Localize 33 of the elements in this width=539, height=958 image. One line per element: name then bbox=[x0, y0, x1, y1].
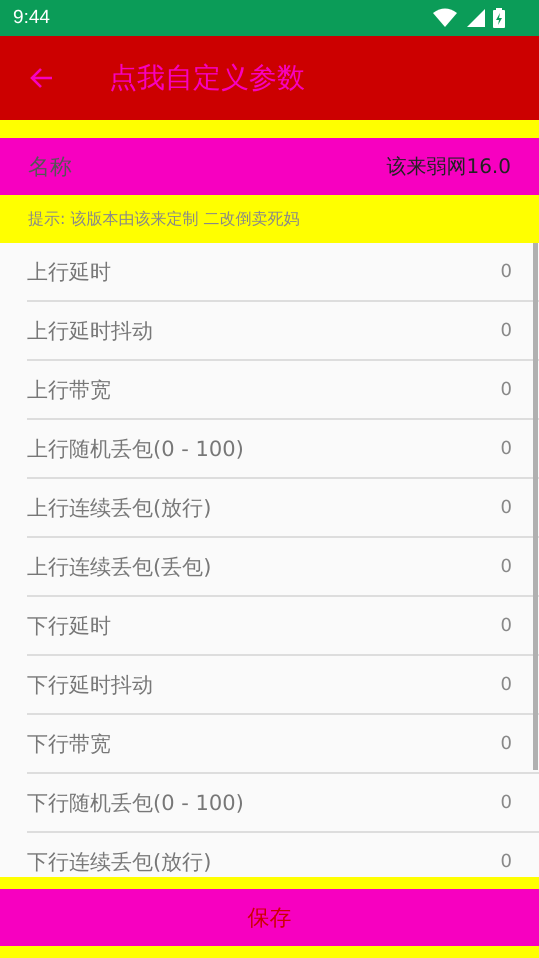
back-arrow-icon bbox=[30, 66, 54, 90]
param-value[interactable]: 0 bbox=[500, 556, 512, 577]
param-value[interactable]: 0 bbox=[500, 851, 512, 872]
param-value[interactable]: 0 bbox=[500, 497, 512, 518]
param-label: 下行连续丢包(放行) bbox=[27, 848, 212, 876]
param-value[interactable]: 0 bbox=[500, 261, 512, 282]
scrollbar[interactable] bbox=[533, 243, 538, 770]
name-row[interactable]: 名称 该来弱网16.0 bbox=[0, 138, 539, 195]
param-label: 上行连续丢包(丢包) bbox=[27, 554, 212, 580]
param-label: 下行随机丢包(0 - 100) bbox=[27, 790, 244, 816]
signal-icon bbox=[465, 8, 485, 28]
wifi-icon bbox=[433, 8, 457, 28]
param-value[interactable]: 0 bbox=[500, 320, 512, 341]
param-label: 下行带宽 bbox=[27, 730, 111, 758]
param-value[interactable]: 0 bbox=[500, 379, 512, 400]
param-label: 上行带宽 bbox=[27, 376, 111, 404]
param-value[interactable]: 0 bbox=[500, 792, 512, 813]
param-value[interactable]: 0 bbox=[500, 615, 512, 636]
param-label: 下行延时抖动 bbox=[27, 672, 153, 698]
toolbar-title: 点我自定义参数 bbox=[109, 60, 305, 96]
param-value[interactable]: 0 bbox=[500, 733, 512, 754]
param-label: 上行连续丢包(放行) bbox=[27, 494, 212, 522]
param-label: 上行随机丢包(0 - 100) bbox=[27, 436, 244, 462]
param-value[interactable]: 0 bbox=[500, 438, 512, 459]
param-label: 上行延时 bbox=[27, 258, 111, 286]
param-label: 下行延时 bbox=[27, 612, 111, 640]
name-label: 名称 bbox=[28, 154, 72, 182]
param-label: 上行延时抖动 bbox=[27, 318, 153, 344]
battery-icon bbox=[493, 8, 505, 28]
name-value: 该来弱网16.0 bbox=[386, 153, 511, 180]
hint-text: 提示: 该版本由该来定制 二改倒卖死妈 bbox=[0, 195, 539, 243]
param-value[interactable]: 0 bbox=[500, 674, 512, 695]
status-time: 9:44 bbox=[13, 7, 50, 29]
